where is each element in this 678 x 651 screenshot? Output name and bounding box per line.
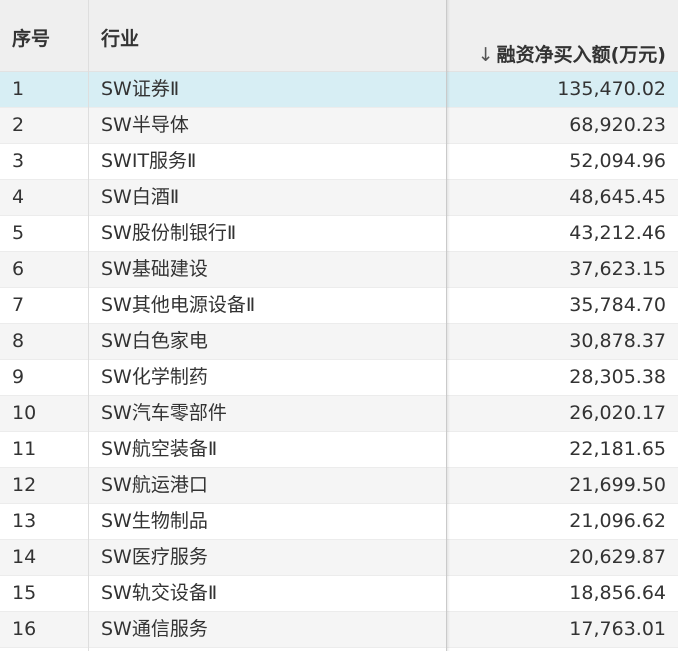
- row-net-buy-value: 35,784.70: [569, 294, 666, 316]
- row-seq: 1: [12, 78, 25, 100]
- row-seq: 13: [12, 510, 37, 532]
- row-industry: SW通信服务: [101, 618, 208, 640]
- row-industry: SW股份制银行Ⅱ: [101, 222, 237, 244]
- table-row[interactable]: 1 SW证券Ⅱ 135,470.02: [0, 72, 678, 108]
- row-industry: SW轨交设备Ⅱ: [101, 582, 218, 604]
- table-row[interactable]: 11 SW航空装备Ⅱ 22,181.65: [0, 432, 678, 468]
- row-industry: SW证券Ⅱ: [101, 78, 180, 100]
- table-row[interactable]: 9 SW化学制药 28,305.38: [0, 360, 678, 396]
- row-seq: 15: [12, 582, 37, 604]
- row-seq: 11: [12, 438, 37, 460]
- row-industry: SW白色家电: [101, 330, 208, 352]
- row-industry: SW化学制药: [101, 366, 208, 388]
- row-net-buy-value: 30,878.37: [569, 330, 666, 352]
- table-row[interactable]: 15 SW轨交设备Ⅱ 18,856.64: [0, 576, 678, 612]
- row-seq: 12: [12, 474, 37, 496]
- row-seq: 4: [12, 186, 25, 208]
- table-row[interactable]: 14 SW医疗服务 20,629.87: [0, 540, 678, 576]
- row-seq: 8: [12, 330, 25, 352]
- row-seq: 10: [12, 402, 37, 424]
- row-net-buy-value: 21,699.50: [569, 474, 666, 496]
- row-net-buy-value: 68,920.23: [569, 114, 666, 136]
- row-seq: 14: [12, 546, 37, 568]
- row-net-buy-value: 43,212.46: [569, 222, 666, 244]
- row-net-buy-value: 22,181.65: [569, 438, 666, 460]
- row-industry: SW医疗服务: [101, 546, 208, 568]
- row-industry: SW半导体: [101, 114, 189, 136]
- table-row[interactable]: 16 SW通信服务 17,763.01: [0, 612, 678, 648]
- table-row[interactable]: 12 SW航运港口 21,699.50: [0, 468, 678, 504]
- row-net-buy-value: 26,020.17: [569, 402, 666, 424]
- table-row[interactable]: 7 SW其他电源设备Ⅱ 35,784.70: [0, 288, 678, 324]
- row-net-buy-value: 18,856.64: [569, 582, 666, 604]
- row-industry: SW基础建设: [101, 258, 208, 280]
- row-industry: SW白酒Ⅱ: [101, 186, 180, 208]
- industry-margin-table: 序号 行业 ↓ 融资净买入额(万元) 1 SW证券Ⅱ 135,470.02 2 SW半导体…: [0, 0, 678, 651]
- frozen-column-shadow: [446, 0, 450, 651]
- sort-descending-icon: ↓: [477, 44, 494, 66]
- column-header-industry[interactable]: 行业: [101, 24, 139, 51]
- column-header-net-buy[interactable]: ↓ 融资净买入额(万元): [478, 40, 666, 67]
- table-row[interactable]: 4 SW白酒Ⅱ 48,645.45: [0, 180, 678, 216]
- row-net-buy-value: 20,629.87: [569, 546, 666, 568]
- row-net-buy-value: 52,094.96: [569, 150, 666, 172]
- row-seq: 5: [12, 222, 25, 244]
- row-industry: SW航空装备Ⅱ: [101, 438, 218, 460]
- row-seq: 2: [12, 114, 25, 136]
- table-row[interactable]: 3 SWIT服务Ⅱ 52,094.96: [0, 144, 678, 180]
- row-net-buy-value: 17,763.01: [569, 618, 666, 640]
- table-row[interactable]: 13 SW生物制品 21,096.62: [0, 504, 678, 540]
- row-seq: 9: [12, 366, 25, 388]
- row-seq: 6: [12, 258, 25, 280]
- row-industry: SW航运港口: [101, 474, 208, 496]
- row-industry: SW汽车零部件: [101, 402, 227, 424]
- row-net-buy-value: 21,096.62: [569, 510, 666, 532]
- table-body: 1 SW证券Ⅱ 135,470.02 2 SW半导体 68,920.23 3 SWIT服务Ⅱ 5…: [0, 72, 678, 648]
- row-net-buy-value: 28,305.38: [569, 366, 666, 388]
- table-header: 序号 行业 ↓ 融资净买入额(万元): [0, 0, 678, 72]
- row-industry: SW其他电源设备Ⅱ: [101, 294, 256, 316]
- column-header-seq[interactable]: 序号: [12, 24, 50, 51]
- row-seq: 16: [12, 618, 37, 640]
- row-industry: SW生物制品: [101, 510, 208, 532]
- row-net-buy-value: 37,623.15: [569, 258, 666, 280]
- row-seq: 3: [12, 150, 25, 172]
- row-seq: 7: [12, 294, 25, 316]
- column-divider: [88, 0, 89, 651]
- table-row[interactable]: 2 SW半导体 68,920.23: [0, 108, 678, 144]
- row-net-buy-value: 48,645.45: [569, 186, 666, 208]
- column-header-net-buy-label: 融资净买入额(万元): [496, 44, 666, 66]
- table-row[interactable]: 10 SW汽车零部件 26,020.17: [0, 396, 678, 432]
- table-row[interactable]: 6 SW基础建设 37,623.15: [0, 252, 678, 288]
- table-row[interactable]: 5 SW股份制银行Ⅱ 43,212.46: [0, 216, 678, 252]
- row-industry: SWIT服务Ⅱ: [101, 150, 197, 172]
- row-net-buy-value: 135,470.02: [557, 78, 666, 100]
- table-row[interactable]: 8 SW白色家电 30,878.37: [0, 324, 678, 360]
